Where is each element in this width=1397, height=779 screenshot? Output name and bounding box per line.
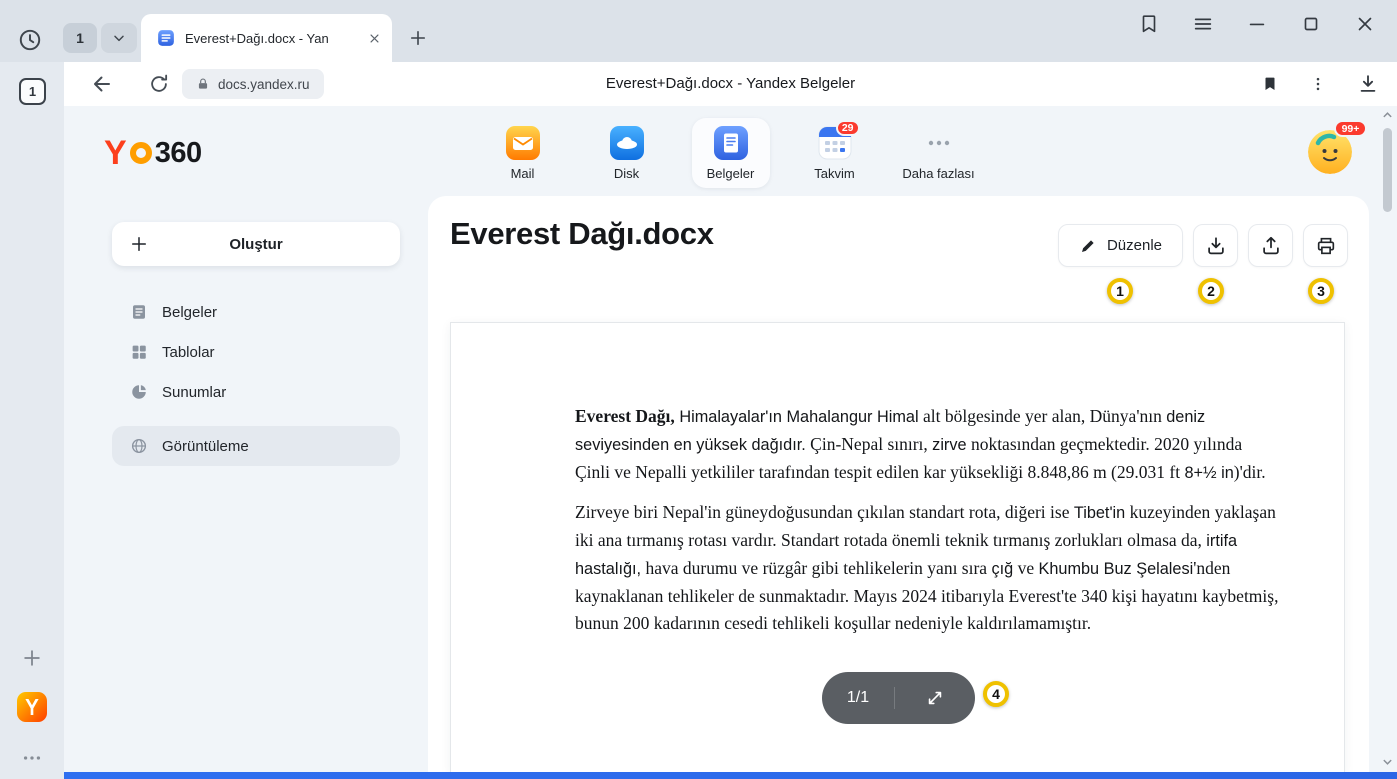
- taskbar-edge: [64, 772, 1397, 779]
- document-text: Everest Dağı, Himalayalar'ın Mahalangur …: [575, 403, 1280, 649]
- mail-icon: [506, 126, 540, 160]
- browser-window: 1 Everest+Dağı.docx - Yan: [0, 0, 1397, 779]
- bookmark-icon[interactable]: [1261, 75, 1279, 93]
- nav-label: Belgeler: [707, 166, 755, 181]
- plus-icon: [128, 233, 150, 255]
- fullscreen-icon[interactable]: [895, 688, 975, 708]
- sidebar-item-goruntuleme[interactable]: Görüntüleme: [112, 426, 400, 466]
- nav-label: Takvim: [814, 166, 854, 181]
- yandex-logo-icon[interactable]: [17, 692, 47, 722]
- page-count: 1/1: [822, 689, 894, 707]
- page-scrollbar[interactable]: [1381, 110, 1394, 767]
- disk-icon: [610, 126, 644, 160]
- window-controls: [1137, 12, 1377, 36]
- maximize-button[interactable]: [1299, 12, 1323, 36]
- page-title[interactable]: Everest+Dağı.docx - Yandex Belgeler: [394, 62, 1067, 106]
- nav-item-belgeler[interactable]: Belgeler: [692, 118, 770, 188]
- globe-icon: [130, 437, 148, 455]
- nav-label: Daha fazlası: [902, 166, 974, 181]
- sidebar-tab-counter-value: 1: [29, 84, 36, 99]
- paragraph: Zirveye biri Nepal'in güneydoğusundan çı…: [575, 499, 1280, 637]
- nav-item-more[interactable]: Daha fazlası: [900, 118, 978, 188]
- document-title: Everest Dağı.docx: [450, 216, 714, 252]
- calendar-badge: 29: [836, 120, 860, 136]
- strip-add-icon[interactable]: [18, 644, 46, 672]
- sidebar-item-label: Sunumlar: [162, 384, 226, 401]
- services-nav: Mail Disk Belgeler: [64, 118, 1397, 188]
- create-button[interactable]: Oluştur: [112, 222, 400, 266]
- back-button[interactable]: [90, 72, 114, 96]
- pencil-icon: [1079, 237, 1097, 255]
- docs-favicon-icon: [157, 29, 175, 47]
- sidebar-item-label: Tablolar: [162, 344, 215, 361]
- sidebar-tab-counter[interactable]: 1: [19, 78, 46, 105]
- document-actions: Düzenle: [1058, 224, 1348, 267]
- annotation-3: 3: [1308, 278, 1334, 304]
- history-icon[interactable]: [16, 26, 44, 54]
- close-button[interactable]: [1353, 12, 1377, 36]
- lock-icon: [196, 77, 210, 91]
- tab-close-icon[interactable]: [367, 31, 382, 46]
- pie-chart-icon: [130, 383, 148, 401]
- sidebar-menu: Belgeler Tablolar Sunumlar: [112, 292, 400, 466]
- table-icon: [130, 343, 148, 361]
- domain-chip[interactable]: docs.yandex.ru: [182, 69, 324, 99]
- create-label: Oluştur: [229, 236, 282, 253]
- share-button[interactable]: [1248, 224, 1293, 267]
- nav-label: Disk: [614, 166, 639, 181]
- side-panel-icon[interactable]: [1137, 12, 1161, 36]
- kebab-menu-icon[interactable]: [1309, 75, 1327, 93]
- domain-text: docs.yandex.ru: [218, 77, 310, 92]
- annotation-2: 2: [1198, 278, 1224, 304]
- downloads-icon[interactable]: [1357, 73, 1379, 95]
- print-button[interactable]: [1303, 224, 1348, 267]
- documents-sidebar: Oluştur Belgeler Tablolar: [64, 196, 428, 779]
- notification-badge: 99+: [1334, 120, 1367, 137]
- menu-icon[interactable]: [1191, 12, 1215, 36]
- minimize-button[interactable]: [1245, 12, 1269, 36]
- tab-counter-value: 1: [76, 30, 84, 46]
- address-bar-actions: [1261, 62, 1379, 106]
- tab-counter[interactable]: 1: [63, 23, 97, 53]
- tab-title: Everest+Dağı.docx - Yan: [185, 31, 357, 46]
- page-indicator: 1/1: [822, 672, 975, 724]
- strip-more-icon[interactable]: [18, 744, 46, 772]
- paragraph: Everest Dağı, Himalayalar'ın Mahalangur …: [575, 403, 1280, 487]
- address-bar: docs.yandex.ru Everest+Dağı.docx - Yande…: [64, 62, 1397, 106]
- document-viewer-panel: Everest Dağı.docx Düzenle 1: [428, 196, 1369, 779]
- browser-tab[interactable]: Everest+Dağı.docx - Yan: [141, 14, 392, 62]
- sidebar-item-belgeler[interactable]: Belgeler: [112, 292, 400, 332]
- nav-item-disk[interactable]: Disk: [588, 118, 666, 188]
- sidebar-item-label: Görüntüleme: [162, 438, 249, 455]
- new-tab-button[interactable]: [404, 24, 432, 52]
- edit-button[interactable]: Düzenle: [1058, 224, 1183, 267]
- sidebar-item-label: Belgeler: [162, 304, 217, 321]
- document-icon: [130, 303, 148, 321]
- browser-tab-bar: 1 Everest+Dağı.docx - Yan: [0, 0, 1397, 62]
- browser-side-strip: 1: [0, 62, 64, 779]
- sidebar-item-tablolar[interactable]: Tablolar: [112, 332, 400, 372]
- nav-label: Mail: [511, 166, 535, 181]
- reload-button[interactable]: [148, 73, 170, 95]
- scroll-up-icon[interactable]: [1382, 110, 1393, 121]
- annotation-1: 1: [1107, 278, 1133, 304]
- scrollbar-thumb[interactable]: [1383, 128, 1392, 212]
- annotation-4: 4: [983, 681, 1009, 707]
- yandex360-header: Y 360 Mail Disk: [64, 106, 1397, 196]
- more-dots-icon: [922, 126, 956, 160]
- edit-label: Düzenle: [1107, 237, 1162, 254]
- download-button[interactable]: [1193, 224, 1238, 267]
- documents-icon: [714, 126, 748, 160]
- nav-item-takvim[interactable]: Takvim 29: [796, 118, 874, 188]
- web-content: Y 360 Mail Disk: [64, 106, 1397, 779]
- sidebar-item-sunumlar[interactable]: Sunumlar: [112, 372, 400, 412]
- nav-item-mail[interactable]: Mail: [484, 118, 562, 188]
- scroll-down-icon[interactable]: [1382, 756, 1393, 767]
- tab-list-chevron-icon[interactable]: [101, 23, 137, 53]
